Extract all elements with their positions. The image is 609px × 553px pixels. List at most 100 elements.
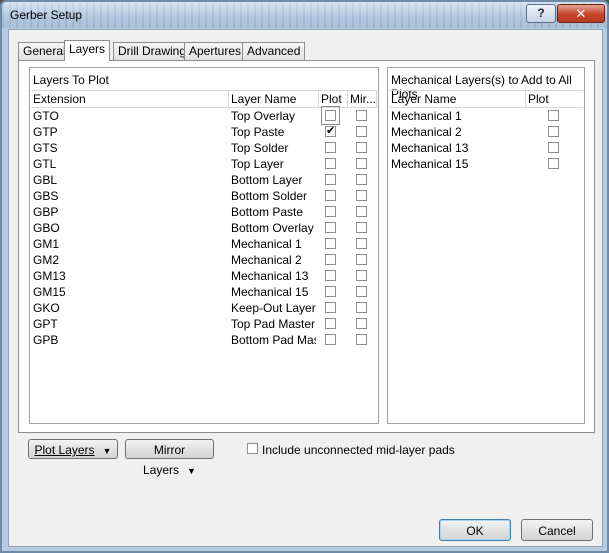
layers-to-plot-title: Layers To Plot	[33, 73, 109, 87]
column-mech-plot[interactable]: Plot	[526, 91, 583, 107]
layer-extension: GPT	[33, 317, 58, 331]
mirror-checkbox[interactable]	[356, 158, 367, 169]
mirror-checkbox[interactable]	[356, 286, 367, 297]
layer-extension: GM2	[33, 253, 60, 267]
include-unconnected-label[interactable]: Include unconnected mid-layer pads	[262, 443, 455, 457]
layer-extension: GBP	[33, 205, 59, 219]
layer-row[interactable]: GTO Top Overlay	[31, 106, 377, 125]
include-unconnected-checkbox[interactable]	[247, 443, 258, 454]
gerber-setup-dialog: Gerber Setup ? ✕ General Layers Drill Dr…	[0, 0, 609, 553]
plot-checkbox[interactable]	[325, 318, 336, 329]
column-extension[interactable]: Extension	[31, 91, 229, 107]
layer-name: Mechanical 13	[231, 269, 309, 283]
tab-layers[interactable]: Layers	[64, 40, 111, 61]
mechanical-layer-name: Mechanical 1	[391, 109, 462, 123]
cancel-button[interactable]: Cancel	[521, 519, 593, 541]
mechanical-row[interactable]: Mechanical 2	[389, 124, 583, 140]
layer-name: Mechanical 1	[231, 237, 302, 251]
dialog-client-area: General Layers Drill Drawing Apertures A…	[8, 29, 603, 547]
plot-checkbox[interactable]	[325, 206, 336, 217]
layer-extension: GTS	[33, 141, 58, 155]
layer-row[interactable]: GM1 Mechanical 1	[31, 236, 377, 252]
column-mirror[interactable]: Mir...	[348, 91, 377, 107]
layer-extension: GPB	[33, 333, 59, 347]
mechanical-plot-checkbox[interactable]	[548, 158, 559, 169]
mechanical-row[interactable]: Mechanical 15	[389, 156, 583, 172]
mirror-checkbox[interactable]	[356, 318, 367, 329]
mechanical-layer-name: Mechanical 15	[391, 157, 469, 171]
window-title: Gerber Setup	[10, 8, 83, 22]
column-layer-name[interactable]: Layer Name	[229, 91, 319, 107]
mirror-checkbox[interactable]	[356, 110, 367, 121]
mechanical-plot-checkbox[interactable]	[548, 110, 559, 121]
mirror-checkbox[interactable]	[356, 174, 367, 185]
plot-checkbox[interactable]	[325, 142, 336, 153]
layer-row[interactable]: GBS Bottom Solder	[31, 188, 377, 204]
layers-to-plot-group: Layers To Plot Extension Layer Name Plot…	[29, 67, 379, 424]
mirror-checkbox[interactable]	[356, 222, 367, 233]
plot-checkbox[interactable]: ✔	[325, 126, 336, 137]
layer-row[interactable]: GTS Top Solder	[31, 140, 377, 156]
mechanical-row[interactable]: Mechanical 13	[389, 140, 583, 156]
close-button[interactable]: ✕	[557, 4, 605, 23]
layer-row[interactable]: GBL Bottom Layer	[31, 172, 377, 188]
mirror-checkbox[interactable]	[356, 126, 367, 137]
layer-name: Bottom Layer	[231, 173, 303, 187]
layer-row[interactable]: GM13 Mechanical 13	[31, 268, 377, 284]
layer-row[interactable]: GPB Bottom Pad Maste	[31, 332, 377, 348]
dropdown-arrow-icon: ▼	[187, 466, 196, 476]
layer-name: Top Pad Master	[231, 317, 316, 331]
title-bar[interactable]: Gerber Setup ? ✕	[2, 2, 607, 28]
mirror-checkbox[interactable]	[356, 206, 367, 217]
mirror-checkbox[interactable]	[356, 302, 367, 313]
mirror-checkbox[interactable]	[356, 238, 367, 249]
tab-drill-drawing[interactable]: Drill Drawing	[113, 42, 192, 60]
plot-layers-button[interactable]: Plot Layers ▼	[28, 439, 118, 459]
plot-checkbox[interactable]	[325, 254, 336, 265]
layer-extension: GBL	[33, 173, 58, 187]
layer-row[interactable]: GBO Bottom Overlay	[31, 220, 377, 236]
plot-checkbox[interactable]	[325, 302, 336, 313]
layer-name: Top Solder	[231, 141, 289, 155]
mirror-checkbox[interactable]	[356, 270, 367, 281]
plot-checkbox[interactable]	[325, 238, 336, 249]
mirror-checkbox[interactable]	[356, 334, 367, 345]
plot-checkbox[interactable]	[325, 286, 336, 297]
plot-checkbox[interactable]	[325, 334, 336, 345]
layer-row[interactable]: GM2 Mechanical 2	[31, 252, 377, 268]
mirror-layers-button[interactable]: Mirror Layers ▼	[125, 439, 214, 477]
plot-checkbox[interactable]	[325, 190, 336, 201]
dropdown-arrow-icon: ▼	[102, 446, 112, 456]
mirror-checkbox[interactable]	[356, 142, 367, 153]
layer-row[interactable]: GPT Top Pad Master	[31, 316, 377, 332]
plot-checkbox[interactable]	[321, 106, 340, 125]
mirror-checkbox[interactable]	[356, 190, 367, 201]
tab-advanced[interactable]: Advanced	[242, 42, 306, 60]
layer-extension: GKO	[33, 301, 60, 315]
layer-extension: GTL	[33, 157, 57, 171]
tab-apertures[interactable]: Apertures	[184, 42, 247, 60]
mechanical-plot-checkbox[interactable]	[548, 126, 559, 137]
plot-checkbox[interactable]	[325, 222, 336, 233]
plot-checkbox[interactable]	[325, 158, 336, 169]
layer-row[interactable]: GTP Top Paste ✔	[31, 124, 377, 140]
plot-checkbox[interactable]	[325, 174, 336, 185]
layer-extension: GBS	[33, 189, 59, 203]
layer-name: Bottom Paste	[231, 205, 304, 219]
column-plot[interactable]: Plot	[319, 91, 348, 107]
ok-button[interactable]: OK	[439, 519, 511, 541]
layer-row[interactable]: GM15 Mechanical 15	[31, 284, 377, 300]
plot-checkbox[interactable]	[325, 270, 336, 281]
column-mech-layer-name[interactable]: Layer Name	[389, 91, 526, 107]
mechanical-plot-checkbox[interactable]	[548, 142, 559, 153]
layer-row[interactable]: GKO Keep-Out Layer	[31, 300, 377, 316]
layer-extension: GTO	[33, 109, 59, 123]
layer-name: Mechanical 2	[231, 253, 302, 267]
checkmark-icon: ✔	[326, 125, 336, 137]
mechanical-row[interactable]: Mechanical 1	[389, 108, 583, 124]
layer-row[interactable]: GBP Bottom Paste	[31, 204, 377, 220]
mirror-checkbox[interactable]	[356, 254, 367, 265]
help-button[interactable]: ?	[526, 4, 556, 23]
tab-general[interactable]: General	[18, 42, 71, 60]
layer-row[interactable]: GTL Top Layer	[31, 156, 377, 172]
